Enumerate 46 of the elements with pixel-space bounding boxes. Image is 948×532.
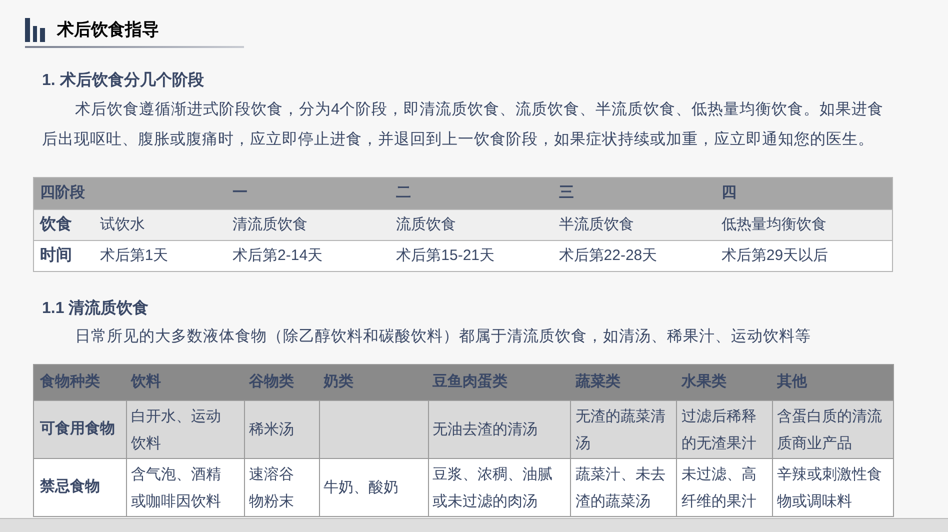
table-header: 其他	[777, 373, 808, 390]
table-cell-text: 白开水、运动饮料	[130, 406, 222, 454]
table-cell: 术后第22-28天	[558, 246, 658, 264]
table-cell: 低热量均衡饮食	[721, 216, 826, 233]
bar-chart-icon	[25, 18, 45, 42]
table-cell-text: 未过滤、高纤维的果汁	[681, 464, 758, 512]
table-header: 奶类	[324, 373, 354, 390]
table-header: 一	[232, 184, 248, 202]
table-cell-text: 辛辣或刺激性食物或调味料	[777, 464, 883, 512]
table-cell-text: 牛奶、酸奶	[324, 478, 399, 498]
row-label: 饮食	[40, 216, 72, 233]
table-cell-text: 无渣的蔬菜清汤	[575, 406, 666, 454]
section-heading: 1. 术后饮食分几个阶段	[42, 70, 205, 91]
table-header: 饮料	[130, 373, 161, 390]
table-header: 豆鱼肉蛋类	[432, 373, 508, 390]
table-header: 谷物类	[248, 373, 294, 390]
table-cell-text: 过滤后稀释的无渣果汁	[681, 406, 758, 454]
table-cell-text: 含气泡、酒精或咖啡因饮料	[130, 464, 222, 512]
table-cell: 流质饮食	[396, 216, 456, 233]
table-cell-text: 稀米汤	[248, 420, 294, 440]
table-cell: 术后第2-14天	[232, 246, 323, 264]
table-header: 三	[558, 184, 574, 202]
table-cell-text: 豆浆、浓稠、油腻或未过滤的肉汤	[432, 464, 554, 512]
table-cell: 半流质饮食	[558, 216, 634, 233]
table-cell: 术后第1天	[100, 246, 168, 264]
row-label: 禁忌食物	[40, 477, 100, 498]
table-cell-text: 无油去渣的清汤	[432, 420, 538, 440]
row-label: 可食用食物	[40, 419, 115, 440]
table-header: 四阶段	[40, 184, 85, 202]
table-header: 蔬菜类	[575, 373, 620, 390]
section-heading: 1.1 清流质饮食	[42, 298, 150, 319]
table-cell: 试饮水	[100, 216, 145, 233]
table-cell-text: 蔬菜汁、未去渣的蔬菜汤	[575, 464, 666, 512]
table-header: 二	[396, 184, 412, 202]
table-cell-text: 速溶谷物粉末	[248, 464, 295, 512]
table-cell: 术后第15-21天	[396, 246, 495, 264]
table-cell-text: 含蛋白质的清流质商业产品	[777, 406, 883, 454]
page-title: 术后饮食指导	[57, 19, 159, 41]
table-header: 食物种类	[40, 373, 100, 390]
table-header: 水果类	[681, 373, 726, 390]
row-label: 时间	[40, 247, 72, 264]
table-cell: 清流质饮食	[232, 216, 308, 233]
paragraph: 术后饮食遵循渐进式阶段饮食，分为4个阶段，即清流质饮食、流质饮食、半流质饮食、低热量均衡饮食。如果进食后出现呕吐、腹胀或腹痛时，应立即停止进食，并退回到上一饮食阶段，如果症状持续或加重，应立即通知您的医生。	[42, 100, 885, 150]
table-header: 四	[721, 184, 736, 202]
table-cell: 术后第29天以后	[721, 246, 828, 264]
paragraph: 日常所见的大多数液体食物（除乙醇饮料和碳酸饮料）都属于清流质饮食，如清汤、稀果汁、运动饮料等	[74, 327, 812, 347]
